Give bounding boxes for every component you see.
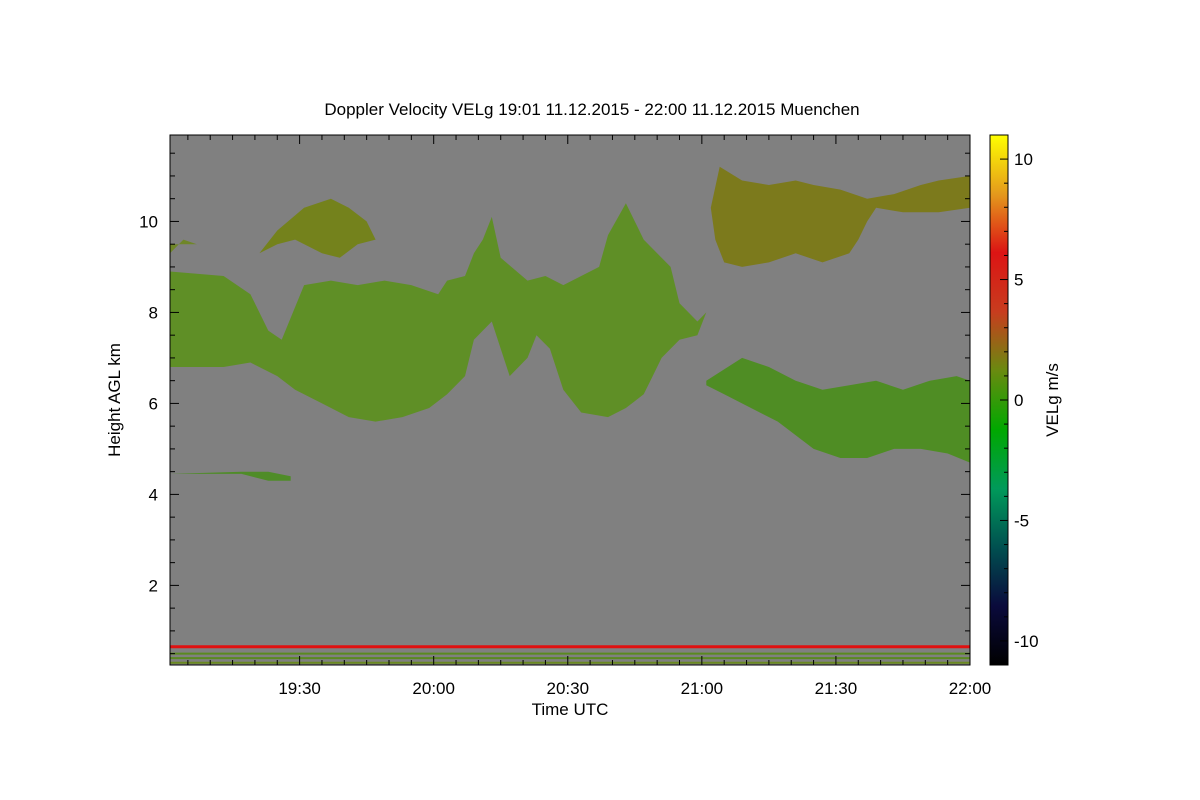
plot-area bbox=[169, 134, 971, 666]
y-axis-label: Height AGL km bbox=[105, 343, 124, 457]
colorbar-tick-label: 10 bbox=[1014, 150, 1033, 169]
y-tick-label: 8 bbox=[149, 303, 158, 322]
colorbar-tick-label: 5 bbox=[1014, 271, 1023, 290]
colorbar-tick-label: 0 bbox=[1014, 391, 1023, 410]
y-tick-label: 2 bbox=[149, 576, 158, 595]
x-axis-label: Time UTC bbox=[532, 700, 609, 719]
x-tick-label: 19:30 bbox=[278, 679, 321, 698]
x-tick-label: 20:30 bbox=[546, 679, 589, 698]
chart-title: Doppler Velocity VELg 19:01 11.12.2015 -… bbox=[324, 100, 859, 119]
y-tick-label: 10 bbox=[139, 212, 158, 231]
colorbar: 10 5 0 -5 -10 VELg m/s bbox=[989, 134, 1062, 666]
x-tick-label: 21:00 bbox=[681, 679, 724, 698]
colorbar-label: VELg m/s bbox=[1043, 363, 1062, 437]
y-tick-label: 4 bbox=[149, 485, 158, 504]
colorbar-tick-label: -10 bbox=[1014, 632, 1039, 651]
x-tick-label: 21:30 bbox=[815, 679, 858, 698]
doppler-velocity-figure: Doppler Velocity VELg 19:01 11.12.2015 -… bbox=[105, 100, 1062, 719]
colorbar-tick-label: -5 bbox=[1014, 511, 1029, 530]
x-tick-label: 22:00 bbox=[949, 679, 992, 698]
x-tick-label: 20:00 bbox=[412, 679, 455, 698]
y-tick-label: 6 bbox=[149, 394, 158, 413]
